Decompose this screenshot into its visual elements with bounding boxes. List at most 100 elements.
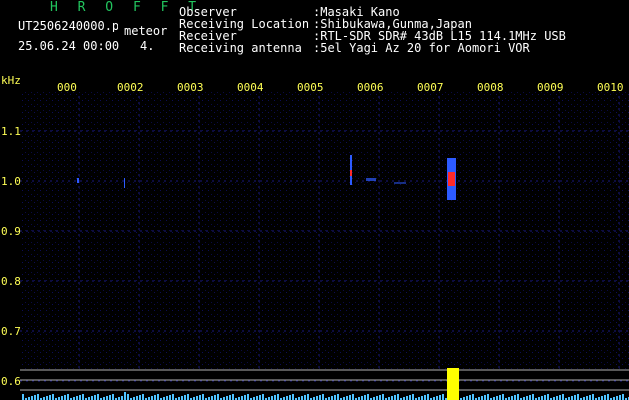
spectrum-bar — [496, 396, 498, 400]
x-tick-label: 0002 — [117, 81, 144, 94]
spectrum-bar — [271, 396, 273, 400]
background-noise — [20, 92, 629, 370]
spectrum-bar — [589, 395, 591, 400]
spectrum-bar — [601, 396, 603, 400]
spectrum-bar — [376, 396, 378, 400]
spectrum-bar — [127, 394, 129, 400]
x-tick-label: 0010 — [597, 81, 624, 94]
spectrum-bar — [67, 394, 69, 400]
spectrum-bar — [199, 395, 201, 400]
spectrum-bar — [109, 395, 111, 400]
spectrum-bar — [79, 395, 81, 400]
spectrum-bar — [391, 396, 393, 400]
spectrum-bar — [34, 395, 36, 400]
spectrum-bar — [409, 395, 411, 400]
spectrum-bar — [382, 394, 384, 400]
x-tick-label: 0003 — [177, 81, 204, 94]
spectrum-peak — [451, 368, 453, 400]
x-tick-label: 0006 — [357, 81, 384, 94]
spectrum-bar — [232, 394, 234, 400]
spectrum-bar — [172, 394, 174, 400]
spectrum-bar — [181, 396, 183, 400]
spectrum-bar — [292, 394, 294, 400]
spectrum-bar — [277, 394, 279, 400]
spectrum-bar — [361, 396, 363, 400]
spectrum-bar — [256, 396, 258, 400]
spectrum-bar — [406, 396, 408, 400]
spectrum-bar — [217, 394, 219, 400]
spectrum-bar — [577, 394, 579, 400]
spectrum-bar — [244, 395, 246, 400]
spectrum-bar — [169, 395, 171, 400]
spectrum-bar — [304, 395, 306, 400]
spectrum-bar — [82, 394, 84, 400]
spectrum-bar — [97, 394, 99, 400]
spectrum-bar — [556, 396, 558, 400]
spectrum-bar — [262, 394, 264, 400]
spectrum-bar — [157, 394, 159, 400]
signal-echo-4 — [366, 178, 376, 181]
spectrum-bar — [412, 394, 414, 400]
spectrum-bar — [526, 396, 528, 400]
spectrum-bar — [574, 395, 576, 400]
spectrum-bar — [586, 396, 588, 400]
signal-echo-2 — [124, 178, 125, 188]
spectrum-bar — [151, 396, 153, 400]
spectrum-bar — [424, 395, 426, 400]
spectrum-bar — [487, 394, 489, 400]
x-tick-label: 000 — [57, 81, 77, 94]
spectrum-bar — [397, 394, 399, 400]
spectrum-bar — [112, 394, 114, 400]
spectrum-bar — [121, 396, 123, 400]
spectrum-bar — [196, 396, 198, 400]
spectrum-bar — [331, 396, 333, 400]
spectrum-bar — [187, 394, 189, 400]
spectrum-bar — [202, 394, 204, 400]
spectrum-bar — [349, 395, 351, 400]
signal-echo-5 — [394, 182, 406, 184]
spectrum-bar — [517, 394, 519, 400]
spectrum-bar — [571, 396, 573, 400]
spectrum-bar — [421, 396, 423, 400]
spectrum-bar — [37, 394, 39, 400]
spectrum-bar — [337, 394, 339, 400]
spectrum-bar — [334, 395, 336, 400]
y-axis-ticks: 1.1 1.0 0.9 0.8 0.7 0.6 — [1, 125, 21, 388]
y-tick-label: 1.1 — [1, 125, 21, 138]
spectrum-bar — [562, 394, 564, 400]
spectrum-peak — [455, 368, 457, 400]
spectrum-bar — [394, 395, 396, 400]
spectrum-bar — [469, 395, 471, 400]
spectrum-bar — [319, 395, 321, 400]
spectrum-bar — [259, 395, 261, 400]
y-tick-label: 0.8 — [1, 275, 21, 288]
spectrum-bar — [154, 395, 156, 400]
spectrum-bar — [247, 394, 249, 400]
spectrum-bar — [91, 396, 93, 400]
spectrum-peak — [453, 368, 455, 400]
spectrum-bar — [64, 395, 66, 400]
spectrum-bar — [364, 395, 366, 400]
x-tick-label: 0009 — [537, 81, 564, 94]
spectrum-trace — [22, 368, 629, 400]
spectrum-bar — [184, 395, 186, 400]
y-tick-label: 0.6 — [1, 375, 21, 388]
spectrum-bar — [619, 395, 621, 400]
signal-echo-6-core — [448, 172, 455, 186]
spectrum-bar — [499, 395, 501, 400]
spectrum-bar — [367, 394, 369, 400]
spectrum-peak — [447, 368, 449, 400]
spectrum-bar — [22, 394, 24, 400]
spectrum-bar — [289, 395, 291, 400]
spectrum-bar — [211, 396, 213, 400]
spectrum-bar — [616, 396, 618, 400]
spectrum-bar — [529, 395, 531, 400]
spectrum-bar — [427, 394, 429, 400]
spectrum-bar — [286, 396, 288, 400]
signal-echo-1 — [77, 178, 79, 183]
y-tick-label: 0.9 — [1, 225, 21, 238]
spectrum-bar — [541, 396, 543, 400]
spectrum-bar — [226, 396, 228, 400]
spectrum-bar — [604, 395, 606, 400]
spectrum-bar — [322, 394, 324, 400]
